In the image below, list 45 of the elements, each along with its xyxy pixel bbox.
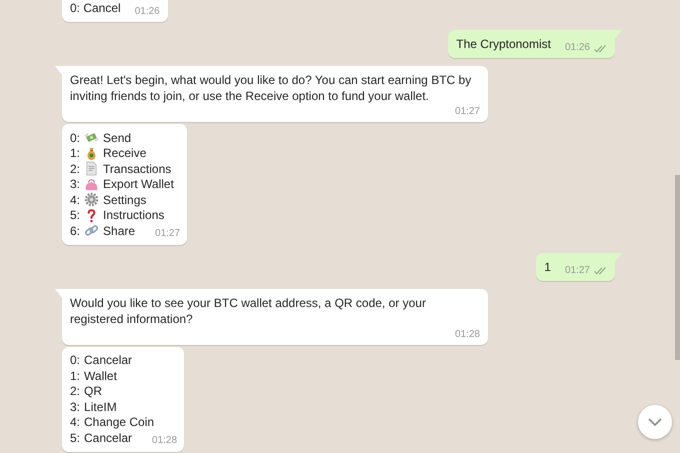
option-number: 5:	[70, 207, 80, 224]
message-time: 01:27	[454, 105, 480, 119]
option-number: 3:	[70, 176, 80, 192]
option-label: Share	[103, 222, 136, 239]
purse-icon	[84, 176, 100, 192]
option-number: 1:	[70, 368, 80, 384]
option-label: Instructions	[103, 207, 164, 224]
option-number: 1:	[70, 145, 80, 162]
option-label: Receive	[103, 145, 146, 162]
scrollbar[interactable]	[675, 175, 680, 360]
option-number: 0:	[70, 130, 80, 146]
message-time: 01:28	[152, 434, 178, 448]
document-icon	[84, 161, 100, 176]
message-text: The Cryptonomist	[456, 36, 551, 52]
message-time: 01:28	[454, 328, 480, 342]
message-time: 01:27	[564, 264, 590, 278]
option-label: QR	[84, 383, 102, 400]
message-text: Great! Let's begin, what would you like to do? You can start earning BTC by inviting friends to join, or use the Receive option to fund your wallet.	[70, 72, 472, 104]
option-label: Cancelar	[84, 430, 132, 446]
option-label: Wallet	[84, 368, 117, 384]
chevron-down-icon	[648, 418, 662, 426]
option-label: LiteIM	[84, 398, 117, 415]
gear-icon	[84, 192, 100, 208]
message-text: Would you like to see your BTC wallet address, a QR code, or your registered information?	[70, 294, 427, 326]
chain-link-icon	[84, 223, 100, 238]
message-text: 0: Cancel	[70, 0, 121, 16]
message-time: 01:26	[134, 5, 160, 19]
option-number: 2:	[70, 383, 80, 400]
option-number: 0:	[70, 352, 80, 368]
option-number: 5:	[70, 430, 80, 446]
option-label: Send	[103, 130, 132, 146]
message-time: 01:26	[564, 41, 590, 55]
message-time: 01:27	[155, 226, 180, 240]
option-number: 3:	[70, 398, 80, 415]
option-number: 2:	[70, 160, 80, 177]
option-number: 6:	[70, 222, 80, 239]
option-number: 4:	[70, 414, 80, 430]
option-label: Export Wallet	[103, 176, 174, 192]
option-label: Change Coin	[84, 414, 154, 430]
option-label: Cancelar	[84, 352, 132, 368]
option-label: Settings	[103, 192, 146, 208]
option-number: 4:	[70, 192, 80, 208]
option-label: Transactions	[103, 160, 172, 177]
scroll-down-button[interactable]	[638, 405, 672, 439]
message-text: 1	[544, 258, 551, 274]
